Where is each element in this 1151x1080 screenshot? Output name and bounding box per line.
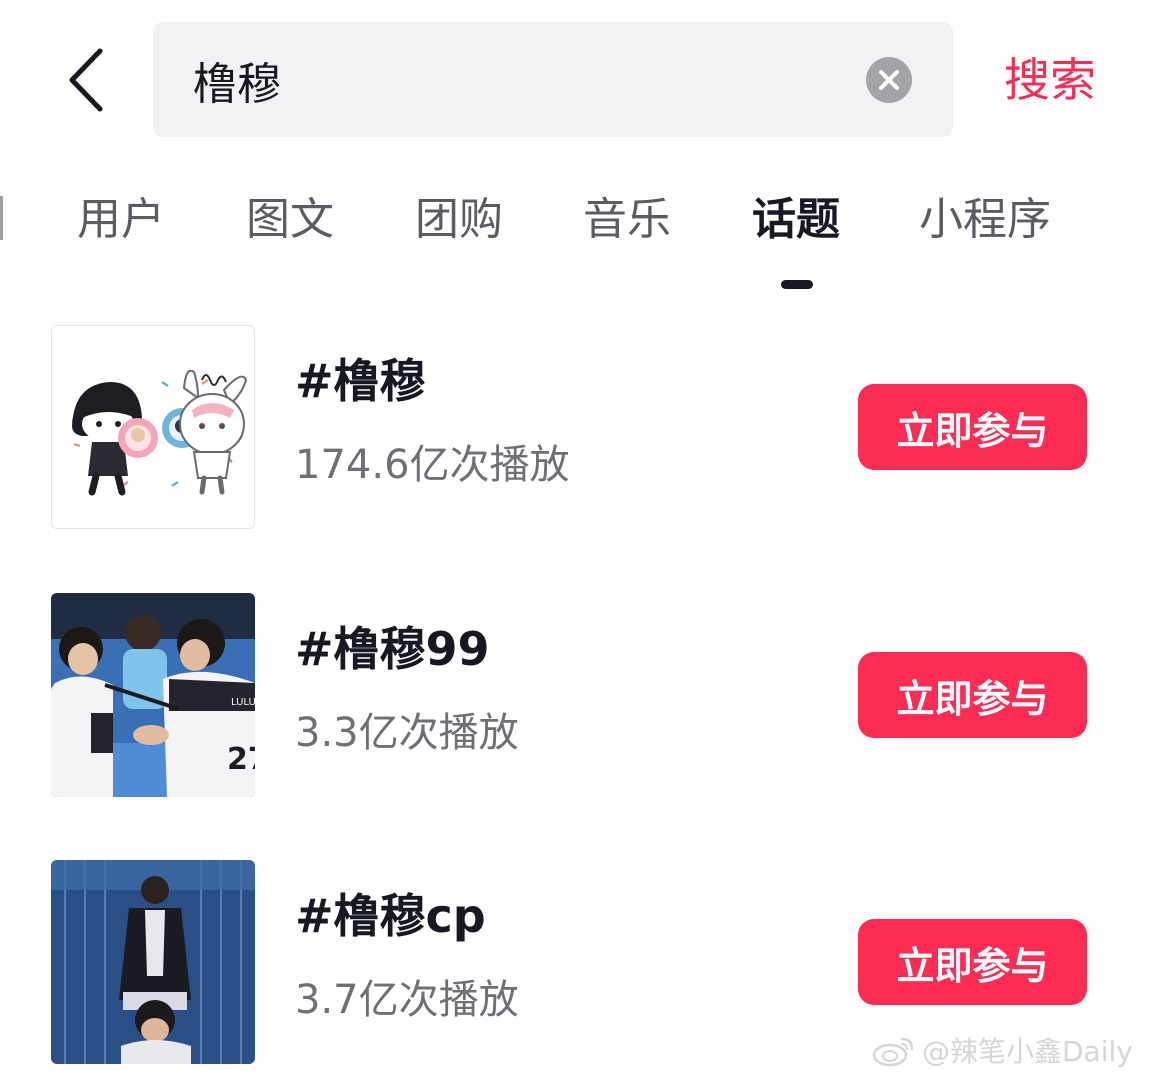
topic-play-count: 174.6亿次播放 (295, 442, 570, 488)
topic-play-count: 3.7亿次播放 (295, 977, 519, 1023)
watermark: @辣笔小鑫Daily (872, 1030, 1133, 1070)
topic-title: #橹穆 (295, 354, 426, 408)
tab-overflow-edge (0, 196, 4, 240)
active-tab-indicator (781, 280, 813, 289)
clear-search-button[interactable] (866, 57, 912, 103)
join-topic-button[interactable]: 立即参与 (858, 384, 1087, 470)
tab-users[interactable]: 用户 (77, 188, 165, 252)
svg-text:LULU: LULU (231, 697, 255, 708)
weibo-icon (872, 1037, 914, 1067)
tab-topics[interactable]: 话题 (752, 188, 840, 252)
join-topic-button[interactable]: 立即参与 (858, 652, 1087, 738)
search-box (153, 22, 953, 137)
topic-title: #橹穆cp (295, 889, 486, 943)
tab-group-buy[interactable]: 团购 (415, 188, 503, 252)
tab-music[interactable]: 音乐 (583, 188, 671, 252)
topic-search-page: 搜索 用户 图文 团购 音乐 话题 小程序 (0, 0, 1151, 1080)
join-topic-button[interactable]: 立即参与 (858, 919, 1087, 1005)
tab-mini-programs[interactable]: 小程序 (919, 188, 1051, 252)
search-input[interactable] (193, 22, 833, 137)
topic-row[interactable]: #橹穆 174.6亿次播放 立即参与 (0, 325, 1151, 530)
topic-play-count: 3.3亿次播放 (295, 710, 519, 756)
clear-icon (879, 70, 899, 90)
topic-row[interactable]: 27 LULU #橹穆99 3.3亿次播放 立即参与 (0, 593, 1151, 798)
topic-thumbnail (51, 325, 255, 529)
search-submit-button[interactable]: 搜索 (1004, 50, 1096, 110)
topic-thumbnail: 27 LULU (51, 593, 255, 797)
back-arrow-icon (69, 48, 103, 112)
topic-title: #橹穆99 (295, 622, 490, 676)
svg-text:27: 27 (227, 742, 255, 777)
tab-image-text[interactable]: 图文 (246, 188, 334, 252)
back-button[interactable] (56, 44, 116, 116)
topic-thumbnail (51, 860, 255, 1064)
watermark-text: @辣笔小鑫Daily (922, 1035, 1133, 1068)
